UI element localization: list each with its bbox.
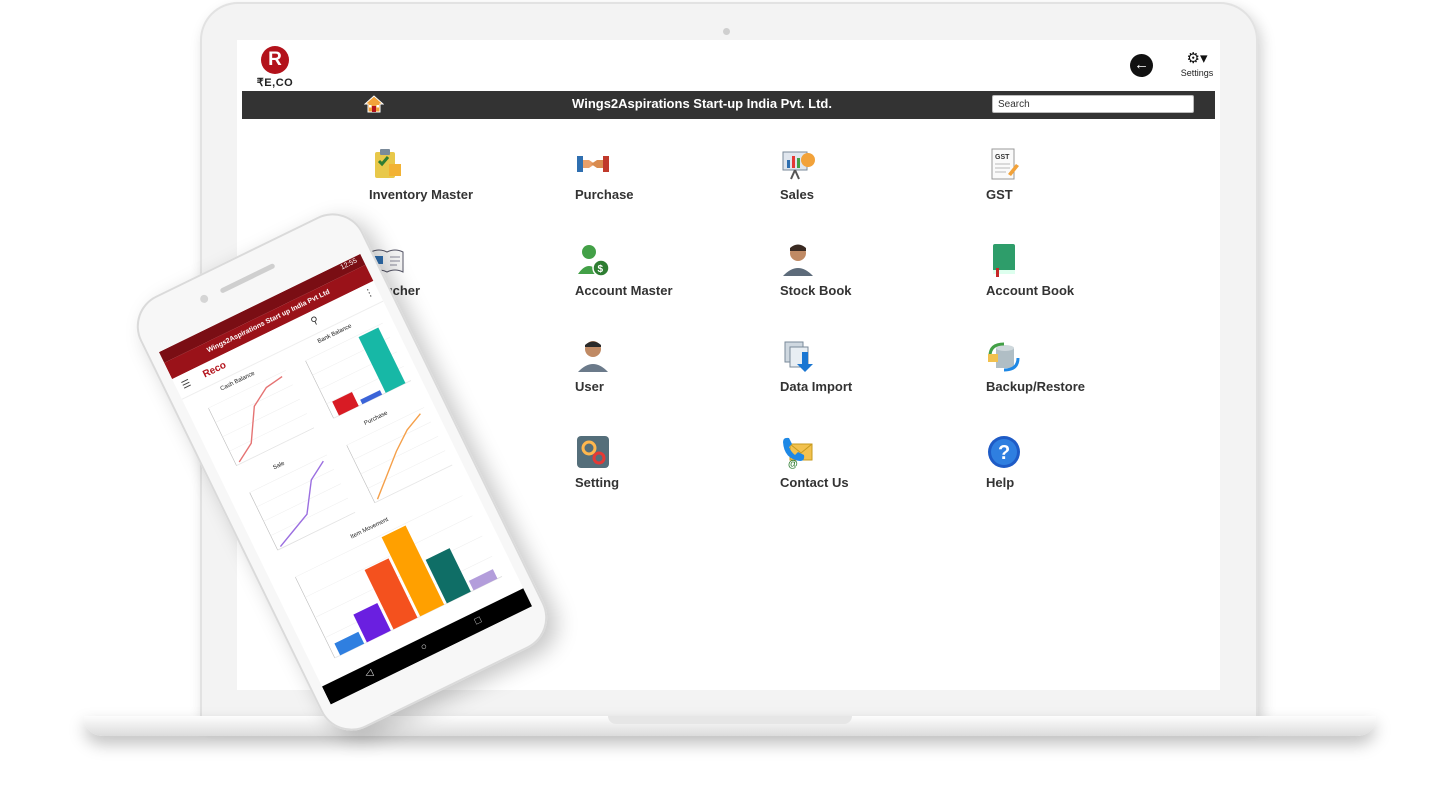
search-input[interactable]	[992, 95, 1194, 113]
svg-text:GST: GST	[995, 154, 1010, 161]
stock-book-person-icon	[783, 244, 813, 276]
module-account-master[interactable]: $ Account Master	[575, 242, 755, 302]
phone-brand: Reco	[201, 359, 229, 381]
module-label: User	[575, 379, 604, 394]
gridline	[222, 398, 300, 438]
help-question-icon: ?	[988, 436, 1020, 468]
top-bar: Wings2Aspirations Start-up India Pvt. Lt…	[242, 91, 1215, 119]
gridline	[367, 450, 446, 489]
module-label: Contact Us	[780, 475, 849, 490]
purchase-handshake-icon	[577, 156, 609, 172]
account-user-dollar-icon: $	[578, 245, 610, 277]
nav-home-icon[interactable]: ○	[419, 641, 429, 654]
y-axis	[295, 576, 336, 659]
bar-0	[334, 631, 365, 656]
sales-presentation-icon	[782, 151, 815, 180]
data-import-icon	[784, 341, 813, 372]
bar-5	[468, 569, 498, 591]
gear-icon: ⚙▾	[1186, 50, 1208, 67]
module-label: Account Master	[575, 283, 673, 298]
bar-2	[358, 327, 406, 393]
gridline	[263, 483, 342, 522]
account-book-green-icon	[993, 244, 1015, 277]
module-sales[interactable]: Sales	[780, 146, 960, 206]
company-name: Wings2Aspirations Start-up India Pvt. Lt…	[572, 96, 832, 111]
laptop-notch	[608, 716, 852, 724]
module-purchase[interactable]: Purchase	[575, 146, 755, 206]
logo-letter: R	[261, 46, 289, 74]
module-label: Inventory Master	[369, 187, 474, 202]
gridline	[360, 436, 439, 475]
module-gst[interactable]: GST GST	[986, 146, 1166, 206]
gridline	[270, 497, 349, 536]
bar-0	[332, 392, 359, 416]
module-user[interactable]: User	[575, 338, 755, 398]
back-button[interactable]: ←	[1130, 54, 1153, 77]
home-icon[interactable]	[364, 94, 384, 114]
module-voucher[interactable]: Voucher	[369, 242, 549, 302]
module-label: Account Book	[986, 283, 1075, 298]
reco-logo: R ₹E,CO	[255, 46, 295, 92]
module-label: Data Import	[780, 379, 853, 394]
module-label: GST	[986, 187, 1013, 202]
backup-restore-icon	[988, 342, 1020, 372]
setting-gears-icon	[577, 436, 609, 468]
module-contact-us[interactable]: @ Contact Us	[780, 434, 960, 494]
contact-phone-mail-icon: @	[783, 437, 813, 470]
bar-1	[360, 390, 383, 405]
module-label: Stock Book	[780, 283, 852, 298]
module-stock-book[interactable]: Stock Book	[780, 242, 960, 302]
logo-text: ₹E,CO	[256, 77, 294, 89]
module-label: Setting	[575, 475, 620, 490]
hamburger-menu-icon[interactable]: ☰	[180, 378, 193, 392]
gridline	[353, 421, 432, 460]
module-inventory-master[interactable]: Inventory Master	[369, 146, 549, 206]
nav-recent-icon[interactable]: □	[473, 615, 483, 628]
laptop-camera	[723, 28, 730, 35]
module-account-book[interactable]: Account Book	[986, 242, 1166, 302]
module-help[interactable]: ? Help	[986, 434, 1166, 494]
module-label: Help	[986, 475, 1015, 490]
svg-text:@: @	[788, 459, 798, 470]
module-label: Purchase	[575, 187, 634, 202]
settings-label: Settings	[1180, 68, 1214, 78]
gridline	[229, 413, 307, 452]
more-vert-icon[interactable]: ⋮	[363, 286, 377, 300]
gridline	[256, 469, 335, 508]
user-person-icon	[578, 341, 608, 372]
module-setting[interactable]: Setting	[575, 434, 755, 494]
svg-text:$: $	[598, 264, 604, 275]
svg-text:?: ?	[998, 442, 1010, 464]
inventory-clipboard-icon	[375, 149, 401, 178]
module-label: Sales	[780, 187, 814, 202]
arrow-left-icon: ←	[1134, 56, 1149, 73]
module-backup-restore[interactable]: Backup/Restore	[986, 338, 1166, 398]
settings-button[interactable]: ⚙▾ Settings	[1175, 50, 1219, 82]
gst-document-icon: GST	[991, 148, 1019, 180]
y-axis	[249, 492, 278, 551]
nav-back-icon[interactable]: ◁	[363, 667, 375, 680]
phone-search-icon[interactable]: ⚲	[309, 315, 320, 328]
module-data-import[interactable]: Data Import	[780, 338, 960, 398]
module-label: Backup/Restore	[986, 379, 1085, 394]
